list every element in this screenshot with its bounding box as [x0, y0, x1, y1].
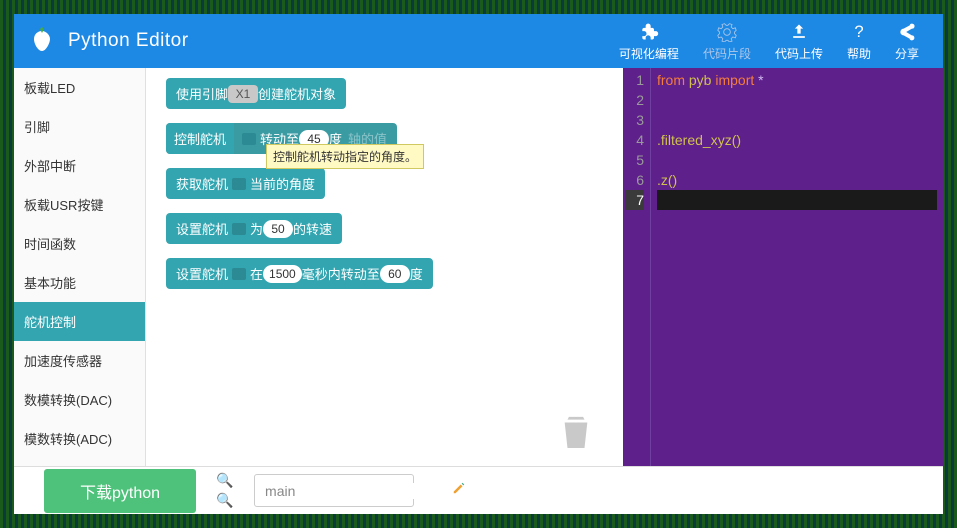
sidebar-item-uart[interactable]: 双工串行通信(UART)	[14, 458, 145, 466]
gear-icon	[716, 21, 738, 43]
sidebar-item-adc[interactable]: 模数转换(ADC)	[14, 419, 145, 458]
sidebar-item-led[interactable]: 板载LED	[14, 68, 145, 107]
nav-upload[interactable]: 代码上传	[763, 17, 835, 66]
zoom-out-icon[interactable]: 🔍	[216, 492, 234, 510]
ms-input[interactable]: 1500	[263, 265, 302, 283]
upload-icon	[788, 21, 810, 43]
svg-text:?: ?	[854, 22, 863, 41]
puzzle-icon	[638, 21, 660, 43]
sidebar-item-accel[interactable]: 加速度传感器	[14, 341, 145, 380]
zoom-in-icon[interactable]: 🔍	[216, 472, 234, 490]
sidebar-item-usr-key[interactable]: 板载USR按键	[14, 185, 145, 224]
filename-field[interactable]	[254, 474, 414, 507]
sidebar-item-basic[interactable]: 基本功能	[14, 263, 145, 302]
block-workspace[interactable]: 使用引脚 X1 创建舵机对象 控制舵机 转动至 45 度 轴的值 控制舵机转动指…	[146, 68, 623, 466]
nav-visual-programming[interactable]: 可视化编程	[607, 17, 691, 66]
target-angle-input[interactable]: 60	[380, 265, 410, 283]
nav-code-snippet[interactable]: 代码片段	[691, 17, 763, 66]
servo-slot[interactable]	[232, 268, 246, 280]
servo-slot[interactable]	[242, 133, 256, 145]
category-sidebar: 板载LED 引脚 外部中断 板载USR按键 时间函数 基本功能 舵机控制 加速度…	[14, 68, 146, 466]
share-icon	[896, 21, 918, 43]
servo-slot[interactable]	[232, 223, 246, 235]
filename-input[interactable]	[265, 483, 446, 499]
servo-slot[interactable]	[232, 178, 246, 190]
app-title: Python Editor	[68, 30, 189, 52]
sidebar-item-interrupt[interactable]: 外部中断	[14, 146, 145, 185]
download-button[interactable]: 下载python	[44, 469, 196, 513]
pin-dropdown[interactable]: X1	[228, 85, 258, 103]
trash-icon[interactable]	[559, 411, 593, 456]
sidebar-item-servo[interactable]: 舵机控制	[14, 302, 145, 341]
block-create-servo[interactable]: 使用引脚 X1 创建舵机对象	[166, 78, 346, 109]
nav-help[interactable]: ? 帮助	[835, 17, 883, 66]
footer-bar: 下载python 🔍 🔍	[14, 466, 943, 514]
app-header: Python Editor 可视化编程 代码片段 代码上传 ? 帮助 分享	[14, 14, 943, 68]
turnip-logo-icon	[26, 27, 58, 55]
line-gutter: 1 2 3 4 5 6 7	[623, 68, 651, 466]
sidebar-item-pin[interactable]: 引脚	[14, 107, 145, 146]
sidebar-item-time[interactable]: 时间函数	[14, 224, 145, 263]
speed-input[interactable]: 50	[263, 220, 293, 238]
code-editor[interactable]: 1 2 3 4 5 6 7 from pyb import * .filtere…	[623, 68, 943, 466]
sidebar-item-dac[interactable]: 数模转换(DAC)	[14, 380, 145, 419]
nav-share[interactable]: 分享	[883, 17, 931, 66]
pencil-icon[interactable]	[452, 481, 466, 500]
block-tooltip: 控制舵机转动指定的角度。	[266, 144, 424, 169]
block-get-servo-angle[interactable]: 获取舵机 当前的角度	[166, 168, 325, 199]
code-text[interactable]: from pyb import * .filtered_xyz() .z()	[651, 68, 943, 466]
question-icon: ?	[848, 21, 870, 43]
block-set-servo-timed[interactable]: 设置舵机 在 1500 毫秒内转动至 60 度	[166, 258, 433, 289]
top-nav: 可视化编程 代码片段 代码上传 ? 帮助 分享	[607, 17, 931, 66]
block-set-servo-speed[interactable]: 设置舵机 为 50 的转速	[166, 213, 342, 244]
